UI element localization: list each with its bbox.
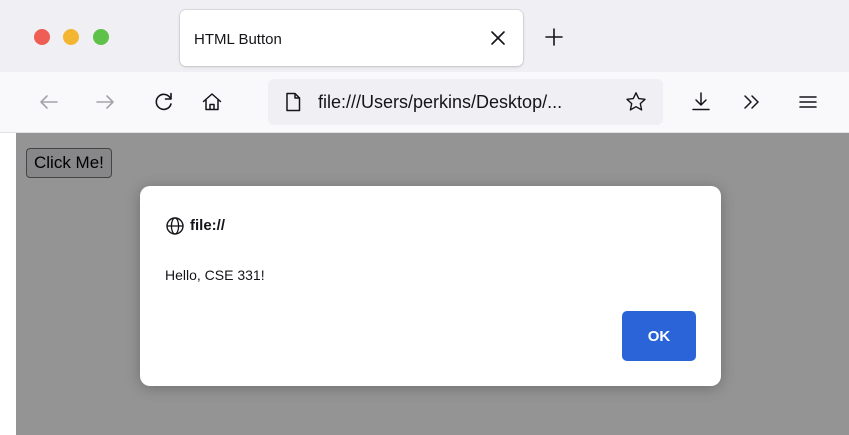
navigation-toolbar: file:///Users/perkins/Desktop/... — [0, 72, 849, 133]
browser-window: HTML Button file:///Users/perkins/Deskto… — [0, 0, 849, 435]
dialog-origin: file:// — [190, 217, 226, 234]
alert-dialog: file:// Hello, CSE 331! OK — [140, 186, 721, 386]
window-minimize-button[interactable] — [63, 29, 79, 45]
download-icon[interactable] — [688, 89, 714, 115]
globe-icon — [165, 216, 185, 236]
url-bar[interactable]: file:///Users/perkins/Desktop/... — [268, 79, 663, 125]
url-text[interactable]: file:///Users/perkins/Desktop/... — [318, 92, 618, 113]
reload-icon[interactable] — [151, 89, 177, 115]
page-icon — [282, 91, 304, 113]
ok-button[interactable]: OK — [622, 311, 696, 361]
double-chevron-right-icon[interactable] — [739, 89, 765, 115]
tab-title: HTML Button — [194, 31, 282, 48]
star-icon[interactable] — [624, 90, 648, 114]
plus-icon[interactable] — [543, 26, 565, 48]
close-icon[interactable] — [485, 25, 511, 51]
arrow-left-icon[interactable] — [36, 89, 62, 115]
tab-strip: HTML Button — [0, 0, 849, 72]
window-close-button[interactable] — [34, 29, 50, 45]
window-zoom-button[interactable] — [93, 29, 109, 45]
tab-html-button[interactable]: HTML Button — [180, 10, 523, 66]
home-icon[interactable] — [199, 89, 225, 115]
hamburger-menu-icon[interactable] — [795, 89, 821, 115]
arrow-right-icon[interactable] — [92, 89, 118, 115]
dialog-message: Hello, CSE 331! — [165, 267, 265, 283]
